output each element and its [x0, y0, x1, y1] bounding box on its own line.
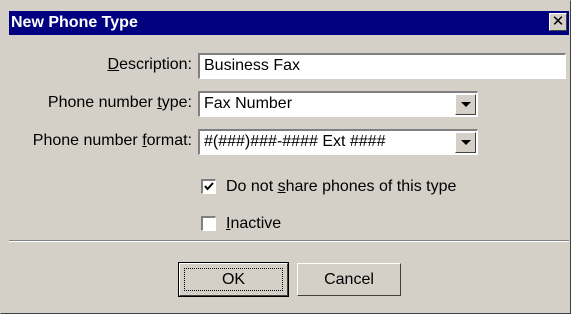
cancel-button-label: Cancel	[324, 271, 374, 288]
description-value: Business Fax	[204, 57, 301, 74]
share-checkbox-label: Do not share phones of this type	[226, 178, 457, 195]
chevron-down-icon	[461, 102, 471, 107]
focus-ring	[184, 268, 283, 291]
phone-format-select[interactable]: #(###)###-#### Ext ####	[198, 129, 478, 155]
phone-format-dropdown-button[interactable]	[455, 132, 476, 153]
phone-type-label: Phone number type:	[47, 94, 192, 111]
phone-format-label: Phone number format:	[32, 132, 192, 149]
close-icon: ✕	[551, 13, 565, 30]
ok-button[interactable]: OK	[178, 262, 289, 297]
inactive-checkbox[interactable]	[201, 216, 216, 231]
close-button[interactable]: ✕	[549, 13, 567, 31]
phone-format-value: #(###)###-#### Ext ####	[204, 133, 386, 150]
chevron-down-icon	[461, 140, 471, 145]
phone-type-dropdown-button[interactable]	[455, 94, 476, 115]
checkmark-icon	[204, 182, 214, 191]
description-label: Description:	[107, 56, 192, 73]
share-option[interactable]: Do not share phones of this type	[201, 178, 501, 198]
cancel-button[interactable]: Cancel	[297, 263, 401, 296]
dialog-title: New Phone Type	[11, 14, 138, 31]
inactive-checkbox-label: Inactive	[226, 215, 282, 232]
description-input[interactable]: Business Fax	[198, 53, 566, 79]
title-bar: New Phone Type ✕	[9, 11, 569, 35]
divider	[9, 240, 569, 242]
inactive-option[interactable]: Inactive	[201, 215, 321, 235]
share-checkbox[interactable]	[201, 179, 216, 194]
phone-type-select[interactable]: Fax Number	[198, 91, 478, 117]
phone-type-value: Fax Number	[204, 95, 293, 112]
new-phone-type-dialog: New Phone Type ✕ Description: Business F…	[0, 0, 571, 314]
